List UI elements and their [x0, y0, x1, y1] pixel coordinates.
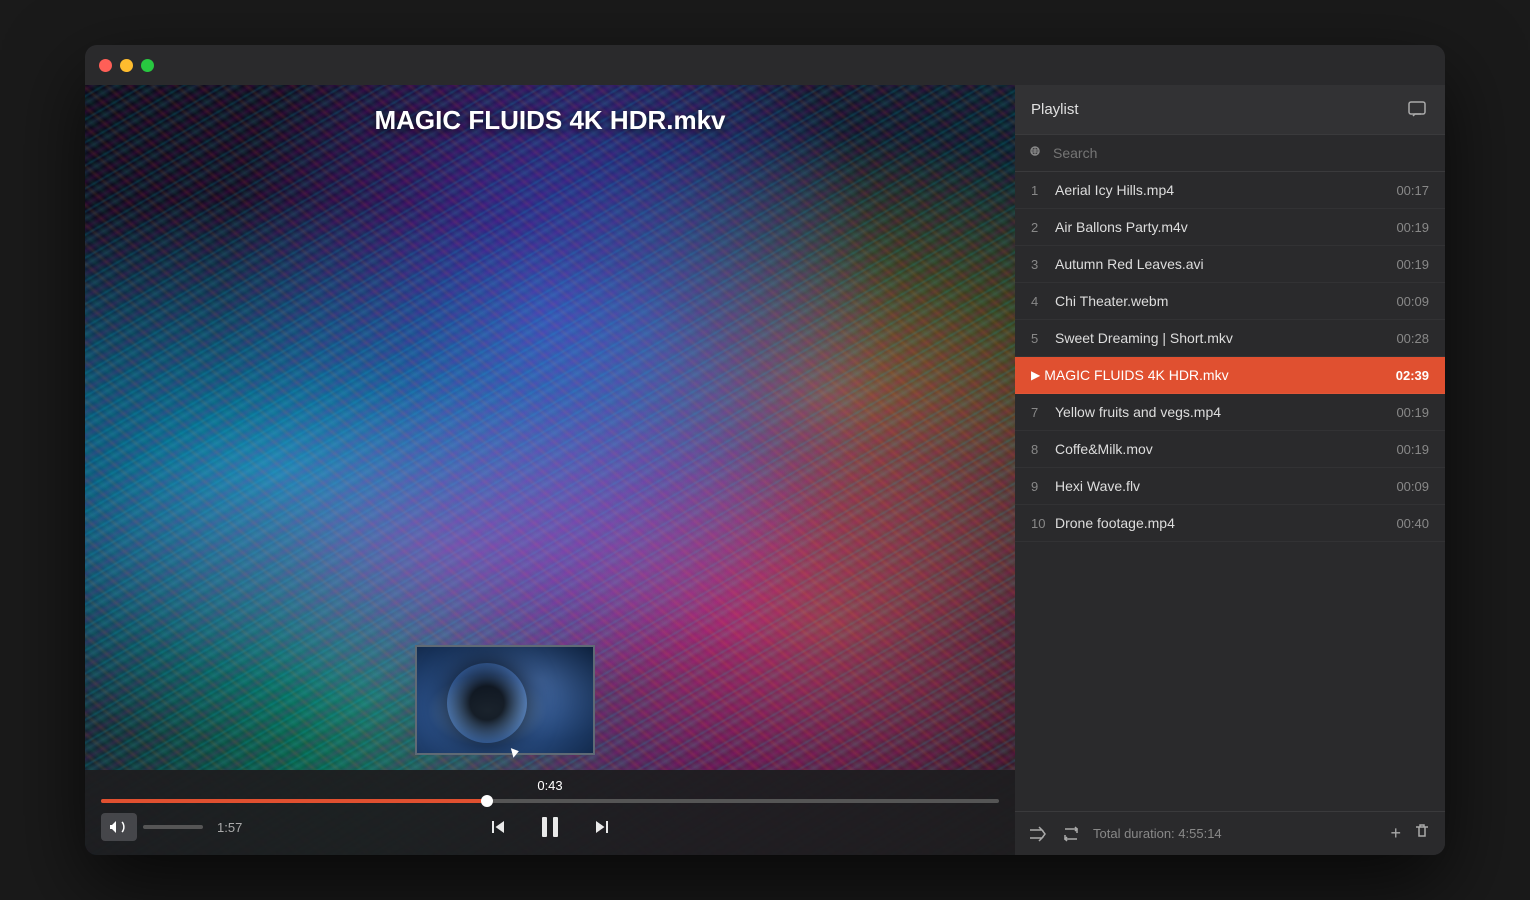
- item-duration: 00:28: [1396, 331, 1429, 346]
- search-bar: [1015, 135, 1445, 172]
- playlist-item[interactable]: 9 Hexi Wave.flv 00:09: [1015, 468, 1445, 505]
- add-button[interactable]: +: [1390, 823, 1401, 844]
- item-name: Air Ballons Party.m4v: [1055, 219, 1388, 235]
- time-preview-label: 0:43: [537, 778, 562, 793]
- progress-container: 0:43: [101, 778, 999, 803]
- item-number: 4: [1031, 294, 1055, 309]
- delete-button[interactable]: [1413, 822, 1431, 845]
- item-number: 10: [1031, 516, 1055, 531]
- item-duration: 00:09: [1396, 294, 1429, 309]
- thumbnail-image: [417, 647, 593, 753]
- previous-button[interactable]: [486, 815, 510, 839]
- item-name: Aerial Icy Hills.mp4: [1055, 182, 1388, 198]
- app-window: MAGIC FLUIDS 4K HDR.mkv 0:43: [85, 45, 1445, 855]
- playlist-item[interactable]: 10 Drone footage.mp4 00:40: [1015, 505, 1445, 542]
- item-duration: 00:19: [1396, 257, 1429, 272]
- playlist-item[interactable]: ▶ MAGIC FLUIDS 4K HDR.mkv 02:39: [1015, 357, 1445, 394]
- item-duration: 00:19: [1396, 405, 1429, 420]
- item-name: Autumn Red Leaves.avi: [1055, 256, 1388, 272]
- playlist-panel: Playlist 1 Aerial: [1015, 85, 1445, 855]
- item-name: Yellow fruits and vegs.mp4: [1055, 404, 1388, 420]
- progress-thumb[interactable]: [481, 795, 493, 807]
- item-number: 2: [1031, 220, 1055, 235]
- playlist-item[interactable]: 7 Yellow fruits and vegs.mp4 00:19: [1015, 394, 1445, 431]
- playlist-footer: Total duration: 4:55:14 +: [1015, 811, 1445, 855]
- time-elapsed: 1:57: [217, 820, 242, 835]
- item-number: 3: [1031, 257, 1055, 272]
- volume-slider[interactable]: [143, 825, 203, 829]
- controls-bar: 0:43: [85, 770, 1015, 855]
- item-duration: 00:19: [1396, 442, 1429, 457]
- traffic-lights: [99, 59, 154, 72]
- volume-area: 1:57: [101, 813, 242, 841]
- item-number: 7: [1031, 405, 1055, 420]
- playlist-item[interactable]: 4 Chi Theater.webm 00:09: [1015, 283, 1445, 320]
- item-duration: 02:39: [1396, 368, 1429, 383]
- playlist-items: 1 Aerial Icy Hills.mp4 00:17 2 Air Ballo…: [1015, 172, 1445, 811]
- playlist-title: Playlist: [1031, 101, 1079, 118]
- thumbnail-preview: [415, 645, 595, 755]
- video-area: MAGIC FLUIDS 4K HDR.mkv 0:43: [85, 85, 1015, 855]
- playlist-item[interactable]: 1 Aerial Icy Hills.mp4 00:17: [1015, 172, 1445, 209]
- maximize-button[interactable]: [141, 59, 154, 72]
- item-duration: 00:09: [1396, 479, 1429, 494]
- item-name: Drone footage.mp4: [1055, 515, 1388, 531]
- controls-row: 1:57: [101, 811, 999, 843]
- shuffle-button[interactable]: [1029, 826, 1049, 842]
- play-icon: ▶: [1031, 368, 1040, 382]
- volume-button[interactable]: [101, 813, 137, 841]
- item-duration: 00:40: [1396, 516, 1429, 531]
- playlist-item[interactable]: 5 Sweet Dreaming | Short.mkv 00:28: [1015, 320, 1445, 357]
- item-name: Sweet Dreaming | Short.mkv: [1055, 330, 1388, 346]
- progress-fill: [101, 799, 487, 803]
- video-title: MAGIC FLUIDS 4K HDR.mkv: [85, 105, 1015, 136]
- item-name: Coffe&Milk.mov: [1055, 441, 1388, 457]
- title-bar: [85, 45, 1445, 85]
- close-button[interactable]: [99, 59, 112, 72]
- playlist-item[interactable]: 3 Autumn Red Leaves.avi 00:19: [1015, 246, 1445, 283]
- item-duration: 00:19: [1396, 220, 1429, 235]
- total-duration: Total duration: 4:55:14: [1093, 826, 1378, 841]
- progress-bar[interactable]: [101, 799, 999, 803]
- item-number: 5: [1031, 331, 1055, 346]
- chat-icon[interactable]: [1405, 98, 1429, 122]
- repeat-button[interactable]: [1061, 826, 1081, 842]
- item-number: 8: [1031, 442, 1055, 457]
- item-duration: 00:17: [1396, 183, 1429, 198]
- item-name: Chi Theater.webm: [1055, 293, 1388, 309]
- item-number: 9: [1031, 479, 1055, 494]
- playlist-item[interactable]: 8 Coffe&Milk.mov 00:19: [1015, 431, 1445, 468]
- item-number: 1: [1031, 183, 1055, 198]
- pause-button[interactable]: [534, 811, 566, 843]
- item-name: MAGIC FLUIDS 4K HDR.mkv: [1044, 367, 1388, 383]
- item-name: Hexi Wave.flv: [1055, 478, 1388, 494]
- playback-controls: [486, 811, 614, 843]
- main-area: MAGIC FLUIDS 4K HDR.mkv 0:43: [85, 85, 1445, 855]
- filter-icon: [1029, 145, 1045, 161]
- search-input[interactable]: [1053, 145, 1431, 161]
- next-button[interactable]: [590, 815, 614, 839]
- playlist-item[interactable]: 2 Air Ballons Party.m4v 00:19: [1015, 209, 1445, 246]
- playlist-header: Playlist: [1015, 85, 1445, 135]
- minimize-button[interactable]: [120, 59, 133, 72]
